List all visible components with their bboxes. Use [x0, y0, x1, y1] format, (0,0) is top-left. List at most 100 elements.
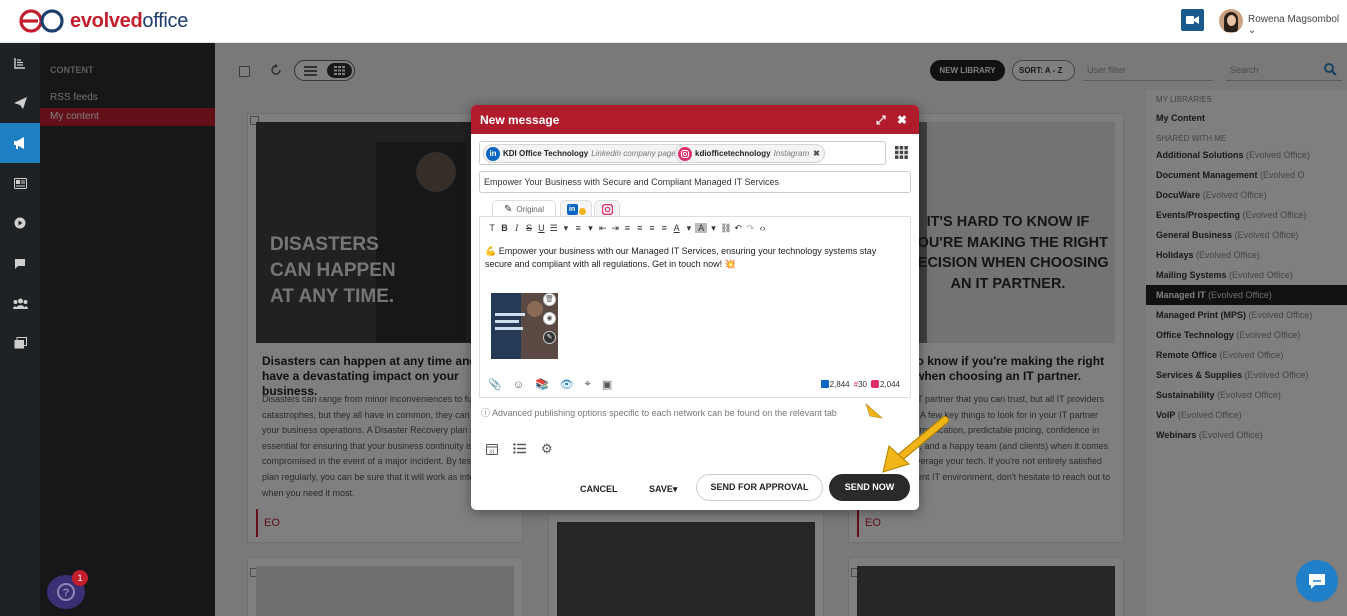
main-nav: [0, 43, 40, 616]
remove-recipient-icon[interactable]: ✖: [813, 149, 820, 158]
instagram-glyph: [681, 149, 689, 158]
chevron-down-icon[interactable]: ▾: [584, 223, 596, 234]
numbered-list-icon[interactable]: ≡: [572, 223, 584, 233]
media-gallery-icon[interactable]: ▣: [602, 378, 612, 391]
nav-media-library[interactable]: [0, 323, 40, 363]
dialog-header: New message ⤢ ✖: [471, 105, 919, 134]
video-call-button[interactable]: [1181, 9, 1204, 31]
link-icon[interactable]: ⛓: [720, 223, 732, 234]
instagram-icon: [601, 203, 613, 215]
redo-icon[interactable]: ↷: [744, 223, 756, 234]
character-counts: 2,844 #30 2,044: [820, 380, 900, 389]
apps-grid-icon[interactable]: [895, 146, 908, 159]
settings-gear-icon[interactable]: ⚙: [541, 441, 553, 457]
megaphone-icon: [14, 137, 24, 149]
user-menu[interactable]: Rowena Magsombol ⌄: [1248, 14, 1347, 36]
nav-publish[interactable]: [0, 83, 40, 123]
trash-icon[interactable]: 🗑: [543, 293, 556, 306]
recipients-field[interactable]: in KDI Office Technology Linkedin company…: [479, 141, 886, 165]
message-editor[interactable]: T B I S U ☰ ▾ ≡ ▾ ⇤ ⇥ ≡ ≡ ≡ ≡ A ▾ A ▾ ⛓ …: [479, 216, 911, 398]
cancel-button[interactable]: CANCEL: [580, 484, 618, 494]
linkedin-count-value: 2,844: [829, 380, 850, 389]
expand-icon[interactable]: ⤢: [876, 113, 886, 128]
paperclip-icon[interactable]: 📎: [488, 378, 502, 391]
info-icon: ⓘ: [481, 408, 491, 418]
save-dropdown-button[interactable]: SAVE▾: [649, 484, 677, 495]
subject-input[interactable]: Empower Your Business with Secure and Co…: [479, 171, 911, 193]
svg-text:31: 31: [489, 450, 495, 456]
align-center-icon[interactable]: ≡: [634, 223, 646, 233]
instagram-icon: [870, 380, 879, 388]
camera-icon[interactable]: ◉: [543, 312, 556, 325]
preview-eye-icon[interactable]: 👁: [560, 378, 574, 391]
annotation-arrow-icon: [882, 416, 949, 473]
tab-instagram[interactable]: [594, 200, 620, 217]
chevron-down-icon[interactable]: ▾: [683, 223, 695, 234]
user-avatar[interactable]: [1219, 9, 1243, 33]
play-circle-icon: [14, 217, 26, 229]
emoji-icon[interactable]: ☺: [513, 379, 524, 391]
nav-feeds[interactable]: [0, 163, 40, 203]
chat-icon: [1309, 574, 1325, 589]
recipient-chip-linkedin[interactable]: in KDI Office Technology Linkedin company…: [483, 144, 692, 163]
undo-icon[interactable]: ↶: [732, 223, 744, 234]
indent-icon[interactable]: ⇥: [609, 223, 621, 234]
recipient-name: kdiofficetechnology: [695, 149, 771, 158]
nav-content[interactable]: [0, 123, 40, 163]
scheduling-tools: 31 ⚙: [486, 441, 553, 457]
recipient-name: KDI Office Technology: [503, 149, 589, 158]
underline-button[interactable]: U: [535, 223, 547, 233]
linkedin-icon: [820, 380, 829, 388]
outdent-icon[interactable]: ⇤: [597, 223, 609, 234]
bullet-list-icon[interactable]: ☰: [547, 223, 559, 234]
chart-icon: [14, 58, 25, 69]
chevron-down-icon[interactable]: ▾: [560, 223, 572, 234]
newspaper-icon: [13, 177, 27, 189]
tab-original[interactable]: ✎ Original: [492, 200, 556, 217]
tab-linkedin[interactable]: in: [560, 200, 592, 217]
chevron-down-icon: ⌄: [1248, 25, 1257, 36]
help-notification-badge: 1: [72, 570, 88, 586]
font-size-icon[interactable]: T: [486, 223, 498, 233]
formatting-toolbar: T B I S U ☰ ▾ ≡ ▾ ⇤ ⇥ ≡ ≡ ≡ ≡ A ▾ A ▾ ⛓ …: [486, 221, 769, 235]
send-for-approval-button[interactable]: SEND FOR APPROVAL: [696, 474, 823, 501]
new-message-dialog: New message ⤢ ✖ in KDI Office Technology…: [471, 105, 919, 510]
align-left-icon[interactable]: ≡: [621, 223, 633, 233]
align-justify-icon[interactable]: ≡: [658, 223, 670, 233]
message-text: Empower your business with our Managed I…: [485, 246, 877, 269]
location-pin-icon[interactable]: ⌖: [585, 378, 591, 391]
code-view-icon[interactable]: ‹›: [757, 223, 769, 233]
highlight-color-icon[interactable]: A: [695, 223, 708, 233]
nav-messages[interactable]: [0, 243, 40, 283]
nav-video[interactable]: [0, 203, 40, 243]
strikethrough-button[interactable]: S: [523, 223, 535, 233]
linkedin-icon: in: [486, 146, 500, 161]
dialog-title: New message: [480, 113, 560, 127]
nav-team[interactable]: [0, 283, 40, 323]
recipient-type: Linkedin company page: [591, 149, 676, 158]
recipient-type: Instagram: [773, 149, 810, 158]
send-now-button[interactable]: SEND NOW: [829, 474, 910, 501]
calendar-icon[interactable]: 31: [486, 443, 498, 455]
content-library-icon[interactable]: 📚: [535, 378, 549, 391]
message-body[interactable]: 💪 Empower your business with our Managed…: [485, 245, 905, 271]
warning-dot-icon: [578, 208, 586, 215]
recipient-chip-instagram[interactable]: kdiofficetechnology Instagram ✖: [675, 144, 825, 163]
images-icon: [14, 337, 27, 349]
italic-button[interactable]: I: [511, 223, 523, 233]
app-logo[interactable]: evolvedoffice: [18, 8, 188, 34]
live-chat-button[interactable]: [1296, 560, 1338, 602]
tab-original-label: Original: [516, 204, 544, 214]
bold-button[interactable]: B: [498, 223, 510, 233]
linkedin-icon: in: [566, 203, 578, 215]
text-color-icon[interactable]: A: [670, 223, 682, 233]
close-icon[interactable]: ✖: [897, 113, 907, 127]
edit-pencil-icon[interactable]: ✎: [543, 331, 556, 344]
nav-analytics[interactable]: [0, 43, 40, 83]
users-icon: [12, 298, 28, 309]
align-right-icon[interactable]: ≡: [646, 223, 658, 233]
chevron-down-icon[interactable]: ▾: [707, 223, 719, 234]
logo-wordmark: evolvedoffice: [70, 10, 188, 33]
linkedin-count: 2,844: [820, 380, 850, 389]
list-options-icon[interactable]: [513, 443, 526, 454]
